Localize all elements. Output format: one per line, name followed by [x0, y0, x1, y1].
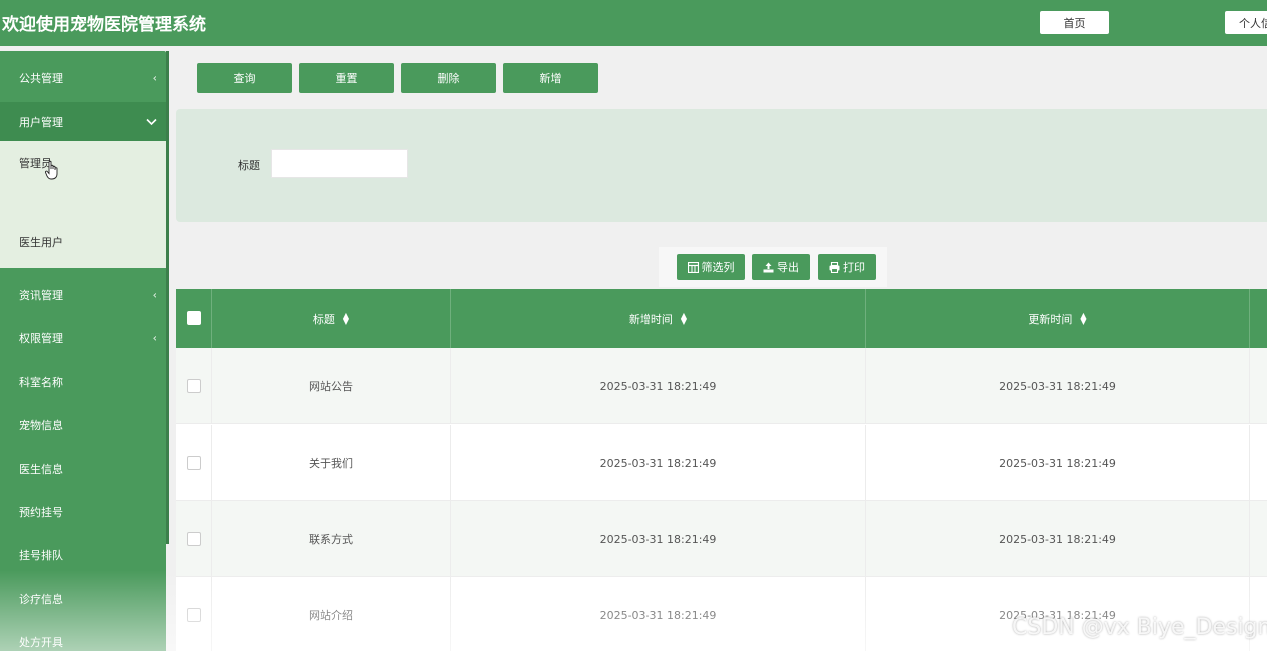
chevron-left-icon: ‹: [152, 71, 157, 85]
title-cell: 网站公告: [212, 348, 451, 424]
print-label: 打印: [843, 261, 865, 274]
sidebar-item-diagnosis[interactable]: 诊疗信息: [0, 579, 166, 619]
sidebar-item-label: 医生信息: [19, 463, 63, 476]
updated-cell: 2025-03-31 18:21:49: [866, 501, 1250, 577]
sidebar-item-label: 资讯管理: [19, 289, 63, 302]
export-label: 导出: [777, 261, 799, 274]
hand-cursor-icon: [45, 160, 58, 180]
sidebar-item-users[interactable]: 用户管理: [0, 102, 166, 142]
sidebar-item-pet-info[interactable]: 宠物信息: [0, 405, 166, 445]
sidebar-item-label: 公共管理: [19, 72, 63, 85]
column-header-label: 更新时间: [1028, 312, 1073, 326]
table-header: 标题 ▲ ▼ 新增时间 ▲ ▼ 更新时间 ▲ ▼: [176, 289, 1267, 348]
sidebar-item-label: 诊疗信息: [19, 593, 63, 606]
sidebar-item-label: 用户管理: [19, 116, 63, 129]
column-header-created[interactable]: 新增时间 ▲ ▼: [451, 289, 866, 348]
sidebar-item-label: 科室名称: [19, 376, 63, 389]
printer-icon: [829, 261, 840, 273]
sidebar-item-permissions[interactable]: 权限管理 ‹: [0, 318, 166, 358]
title-cell: 联系方式: [212, 501, 451, 577]
sidebar-item-department[interactable]: 科室名称: [0, 362, 166, 402]
sidebar-item-label: 挂号排队: [19, 549, 63, 562]
search-title-input[interactable]: [271, 149, 408, 178]
created-cell: 2025-03-31 18:21:49: [451, 425, 866, 501]
sidebar-item-appointment[interactable]: 预约挂号: [0, 492, 166, 532]
created-cell: 2025-03-31 18:21:49: [451, 577, 866, 651]
sidebar-item-prescription[interactable]: 处方开具: [0, 622, 166, 651]
table-row[interactable]: 关于我们 2025-03-31 18:21:49 2025-03-31 18:2…: [176, 425, 1267, 501]
updated-cell: 2025-03-31 18:21:49: [866, 425, 1250, 501]
filter-columns-label: 筛选列: [701, 261, 735, 274]
columns-icon: [687, 261, 699, 273]
reset-button[interactable]: 重置: [299, 63, 394, 93]
row-checkbox[interactable]: [187, 532, 201, 546]
sort-icon[interactable]: ▲ ▼: [681, 311, 687, 325]
table-row[interactable]: 联系方式 2025-03-31 18:21:49 2025-03-31 18:2…: [176, 501, 1267, 577]
search-title-label: 标题: [238, 159, 260, 172]
sidebar-scrollbar[interactable]: [166, 51, 169, 544]
watermark: CSDN @vx Biye_Design: [1012, 615, 1267, 640]
column-header-title[interactable]: 标题 ▲ ▼: [212, 289, 451, 348]
sidebar-item-label: 处方开具: [19, 636, 63, 649]
chevron-left-icon: ‹: [152, 331, 157, 345]
column-header-label: 标题: [312, 312, 335, 326]
row-checkbox[interactable]: [187, 456, 201, 470]
export-button[interactable]: 导出: [752, 254, 810, 280]
table-row[interactable]: 网站公告 2025-03-31 18:21:49 2025-03-31 18:2…: [176, 348, 1267, 424]
created-cell: 2025-03-31 18:21:49: [451, 348, 866, 424]
profile-button[interactable]: 个人信: [1225, 11, 1267, 34]
app-title: 欢迎使用宠物医院管理系统: [2, 15, 206, 35]
title-cell: 关于我们: [212, 425, 451, 501]
sidebar-item-news[interactable]: 资讯管理 ‹: [0, 275, 166, 315]
chevron-down-icon: [146, 116, 157, 129]
sidebar-item-public[interactable]: 公共管理 ‹: [0, 58, 166, 98]
sidebar-item-queue[interactable]: 挂号排队: [0, 535, 166, 575]
print-button[interactable]: 打印: [818, 254, 876, 280]
data-table: 标题 ▲ ▼ 新增时间 ▲ ▼ 更新时间 ▲ ▼ 网站公告 2025-03-31 18…: [176, 289, 1267, 651]
export-icon: [763, 262, 774, 272]
add-button[interactable]: 新增: [503, 63, 598, 93]
sidebar-item-label: 预约挂号: [19, 506, 63, 519]
sidebar-item-label: 权限管理: [19, 332, 63, 345]
created-cell: 2025-03-31 18:21:49: [451, 501, 866, 577]
sidebar-item-label: 宠物信息: [19, 419, 63, 432]
column-header-updated[interactable]: 更新时间 ▲ ▼: [866, 289, 1250, 348]
select-all-checkbox[interactable]: [187, 311, 201, 325]
column-header-label: 新增时间: [628, 312, 673, 326]
sort-icon[interactable]: ▲ ▼: [343, 311, 349, 325]
updated-cell: 2025-03-31 18:21:49: [866, 348, 1250, 424]
chevron-left-icon: ‹: [152, 288, 157, 302]
sort-icon[interactable]: ▲ ▼: [1080, 311, 1086, 325]
delete-button[interactable]: 删除: [401, 63, 496, 93]
home-button[interactable]: 首页: [1040, 11, 1109, 34]
title-cell: 网站介绍: [212, 577, 451, 651]
filter-columns-button[interactable]: 筛选列: [677, 254, 745, 280]
row-checkbox[interactable]: [187, 608, 201, 622]
query-button[interactable]: 查询: [197, 63, 292, 93]
submenu-item-doctor-users[interactable]: 医生用户: [19, 234, 63, 250]
sidebar-item-doctor-info[interactable]: 医生信息: [0, 449, 166, 489]
row-checkbox[interactable]: [187, 379, 201, 393]
column-header-extra: [1250, 289, 1267, 348]
